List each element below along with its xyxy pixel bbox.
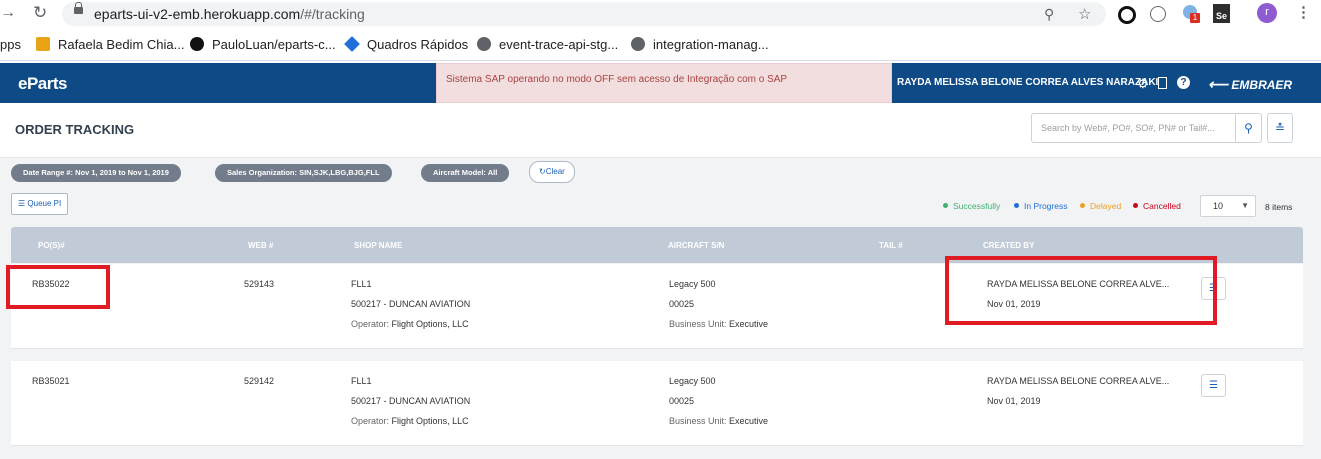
- operator: Operator: Flight Options, LLC: [351, 416, 469, 426]
- back-arrow-icon[interactable]: →: [0, 4, 16, 22]
- bookmark-star-icon[interactable]: ☆: [1078, 5, 1091, 23]
- shop-detail: 500217 - DUNCAN AVIATION: [351, 396, 471, 406]
- list-icon: ☰: [18, 199, 26, 208]
- refresh-icon: ↻: [539, 167, 546, 176]
- po-number[interactable]: RB35021: [32, 376, 70, 386]
- sap-offline-alert: Sistema SAP operando no modo OFF sem ace…: [436, 63, 892, 103]
- operator: Operator: Flight Options, LLC: [351, 319, 469, 329]
- selenium-extension-icon[interactable]: Se: [1213, 4, 1230, 23]
- url-text: eparts-ui-v2-emb.herokuapp.com/#/trackin…: [94, 6, 365, 22]
- aircraft-model: Legacy 500: [669, 279, 716, 289]
- bookmark-integration[interactable]: integration-manag...: [631, 37, 769, 52]
- reload-icon[interactable]: ↻: [33, 3, 47, 23]
- search-icon: ⚲: [1244, 121, 1253, 135]
- bookmark-rafaela[interactable]: Rafaela Bedim Chia...: [36, 37, 184, 52]
- aircraft-model: Legacy 500: [669, 376, 716, 386]
- column-header-created-by[interactable]: CREATED BY: [983, 241, 1034, 250]
- filter-chip-aircraft-model[interactable]: Aircraft Model: All: [421, 164, 510, 182]
- status-dot-icon: [1133, 203, 1138, 208]
- aircraft-serial: 00025: [669, 299, 695, 309]
- legend-successfully: Successfully: [943, 201, 1000, 211]
- column-header-aircraft-sn[interactable]: AIRCRAFT S/N: [668, 241, 724, 250]
- aircraft-serial: 00025: [669, 396, 695, 406]
- browser-address-bar: → ↻ eparts-ui-v2-emb.herokuapp.com/#/tra…: [0, 0, 1321, 30]
- status-dot-icon: [1080, 203, 1085, 208]
- filter-settings-button[interactable]: ≛: [1267, 113, 1293, 143]
- shop-detail: 500217 - DUNCAN AVIATION: [351, 299, 471, 309]
- legend-cancelled: Cancelled: [1133, 201, 1181, 211]
- items-count: 8 items: [1265, 202, 1293, 212]
- zoom-icon[interactable]: ⚲: [1044, 6, 1054, 23]
- bookmark-github[interactable]: PauloLuan/eparts-c...: [190, 37, 336, 52]
- shop-name: FLL1: [351, 279, 372, 289]
- created-by-name: RAYDA MELISSA BELONE CORREA ALVE...: [987, 376, 1170, 386]
- bookmark-favicon-icon: [36, 37, 50, 51]
- status-dot-icon: [1014, 203, 1019, 208]
- search-button[interactable]: ⚲: [1236, 113, 1262, 143]
- profile-avatar[interactable]: r: [1257, 3, 1277, 23]
- sliders-icon: ≛: [1274, 121, 1286, 135]
- extension-badge: 1: [1190, 13, 1200, 23]
- created-date: Nov 01, 2019: [987, 396, 1041, 406]
- bookmarks-bar: pps Rafaela Bedim Chia... PauloLuan/epar…: [0, 30, 1321, 61]
- web-number: 529143: [244, 279, 275, 289]
- settings-gear-icon[interactable]: ⚙: [1137, 76, 1149, 92]
- filter-chip-date-range[interactable]: Date Range #: Nov 1, 2019 to Nov 1, 2019: [11, 164, 181, 182]
- column-header-shop-name[interactable]: SHOP NAME: [354, 241, 402, 250]
- table-row[interactable]: RB35021 529142 FLL1 500217 - DUNCAN AVIA…: [11, 361, 1303, 446]
- queue-pi-button[interactable]: ☰ Queue PI: [11, 193, 69, 215]
- bookmark-quadros[interactable]: Quadros Rápidos: [344, 36, 468, 52]
- clear-filters-button[interactable]: ↻Clear: [529, 161, 575, 183]
- caret-down-icon: ▼: [1241, 201, 1249, 210]
- url-field[interactable]: eparts-ui-v2-emb.herokuapp.com/#/trackin…: [62, 2, 1106, 26]
- document-icon[interactable]: [1158, 77, 1167, 89]
- embraer-arrow-icon: ⟵: [1208, 76, 1229, 92]
- legend-delayed: Delayed: [1080, 201, 1121, 211]
- eparts-logo[interactable]: eParts: [18, 74, 67, 94]
- status-dot-icon: [943, 203, 948, 208]
- globe-icon: [477, 37, 491, 51]
- github-icon: [190, 37, 204, 51]
- row-details-button[interactable]: ☰: [1201, 374, 1226, 397]
- bookmark-event-trace[interactable]: event-trace-api-stg...: [477, 37, 618, 52]
- column-header-tail[interactable]: TAIL #: [879, 241, 903, 250]
- embraer-brand: ⟵ EMBRAER: [1208, 76, 1293, 92]
- help-icon[interactable]: ?: [1177, 76, 1190, 89]
- highlight-box-po: [6, 265, 110, 309]
- web-number: 529142: [244, 376, 275, 386]
- menu-kebab-icon[interactable]: ⋮: [1296, 3, 1311, 21]
- filter-chip-sales-org[interactable]: Sales Organization: SIN,SJK,LBG,BJG,FLL: [215, 164, 392, 182]
- header-user-name[interactable]: RAYDA MELISSA BELONE CORREA ALVES NARAZA…: [897, 77, 1158, 88]
- extension-globe-icon[interactable]: [1150, 6, 1166, 22]
- legend-in-progress: In Progress: [1014, 201, 1067, 211]
- business-unit: Business Unit: Executive: [669, 319, 769, 329]
- list-icon: ☰: [1209, 380, 1218, 391]
- search-input[interactable]: [1031, 113, 1236, 143]
- business-unit: Business Unit: Executive: [669, 416, 769, 426]
- column-header-po[interactable]: PO(S)#: [38, 241, 65, 250]
- globe-icon: [631, 37, 645, 51]
- highlight-box-created-by: [945, 256, 1217, 325]
- extension-ring-icon[interactable]: [1118, 6, 1136, 24]
- bookmark-apps[interactable]: pps: [0, 37, 21, 52]
- page-size-select[interactable]: 10 ▼: [1200, 195, 1256, 217]
- lock-icon: [74, 2, 83, 14]
- diamond-icon: [344, 36, 360, 52]
- page-title: ORDER TRACKING: [15, 122, 135, 137]
- page-title-row: ORDER TRACKING ⚲ ≛: [0, 103, 1321, 158]
- shop-name: FLL1: [351, 376, 372, 386]
- column-header-web[interactable]: WEB #: [248, 241, 273, 250]
